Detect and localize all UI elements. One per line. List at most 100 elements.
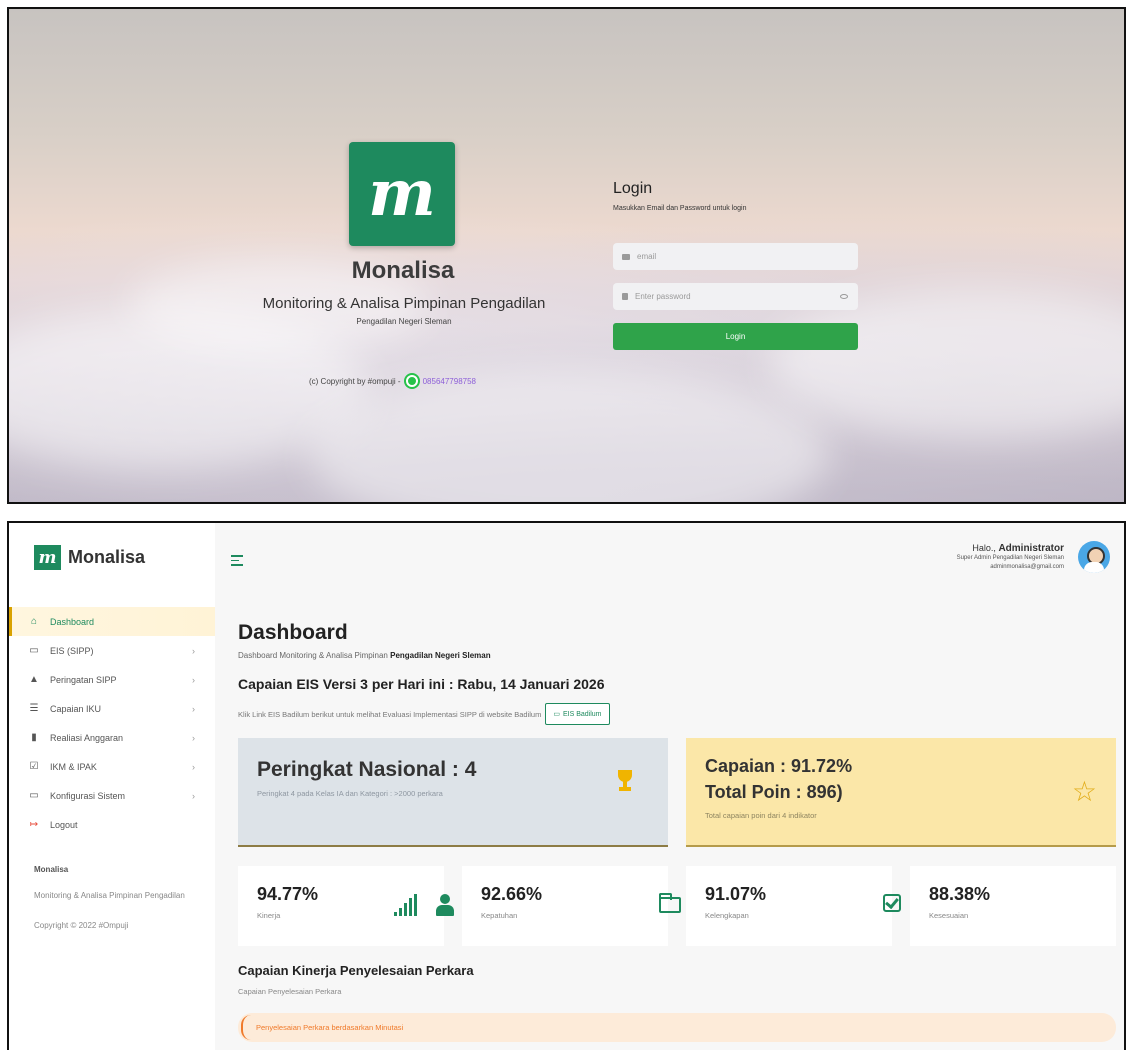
brand-name: Monalisa: [351, 257, 455, 284]
lock-icon: [622, 293, 628, 300]
dashboard-screenshot: m Monalisa ⌂ Dashboard ▭ EIS (SIPP) › ▲ …: [7, 521, 1126, 1050]
monitor-icon: ▭: [29, 645, 39, 656]
whatsapp-phone[interactable]: 085647798758: [423, 377, 476, 386]
sidebar-item-ikm-ipak[interactable]: ☑ IKM & IPAK ›: [9, 752, 215, 781]
chevron-right-icon: ›: [192, 674, 195, 685]
total-poin-value: Total Poin : 896): [705, 782, 843, 802]
brand-tagline: Monitoring & Analisa Pimpinan Pengadilan: [262, 295, 546, 312]
cloud-decoration: [309, 369, 829, 502]
eis-badilum-label: EIS Badilum: [562, 710, 602, 718]
stat-card-kelengkapan: 91.07% Kelengkapan: [659, 866, 892, 946]
eis-title: Capaian EIS Versi 3 per Hari ini : Rabu,…: [238, 676, 605, 692]
login-description: Masukkan Email dan Password untuk login: [613, 205, 747, 212]
stat-value: 92.66%: [481, 884, 543, 904]
check-square-icon: [883, 894, 901, 912]
capaian-description: Total capaian poin dari 4 indikator: [705, 811, 817, 820]
page-subtitle-court: Pengadilan Negeri Sleman: [390, 651, 491, 660]
chevron-right-icon: ›: [192, 732, 195, 743]
rank-title: Peringkat Nasional : 4: [257, 758, 477, 781]
email-input[interactable]: [637, 252, 807, 261]
sidebar-item-logout[interactable]: ↦ Logout: [9, 810, 215, 839]
stat-value: 88.38%: [929, 884, 991, 904]
copyright: (c) Copyright by #ompuji - 085647798758: [309, 373, 476, 389]
sidebar-item-konfigurasi-sistem[interactable]: ▭ Konfigurasi Sistem ›: [9, 781, 215, 810]
eis-description-text: Klik Link EIS Badilum berikut untuk meli…: [238, 709, 542, 719]
stat-card-kesesuaian: 88.38% Kesesuaian: [883, 866, 1116, 946]
stat-label: Kelengkapan: [705, 911, 749, 920]
logout-icon: ↦: [29, 819, 39, 830]
monitor-icon: ▭: [553, 711, 560, 718]
user-role: Super Admin Pengadilan Negeri Sleman: [956, 555, 1064, 561]
chevron-right-icon: ›: [192, 645, 195, 656]
user-email: adminmonalisa@gmail.com: [990, 564, 1064, 570]
folder-open-icon: [659, 893, 681, 913]
sidebar-item-label: Capaian IKU: [50, 703, 102, 714]
sidebar-item-label: Dashboard: [50, 616, 95, 627]
app-logo-letter: m: [368, 156, 436, 231]
sidebar-nav: ⌂ Dashboard ▭ EIS (SIPP) › ▲ Peringatan …: [9, 607, 215, 839]
sidebar-item-label: Logout: [50, 819, 78, 830]
rank-card: Peringkat Nasional : 4 Peringkat 4 pada …: [238, 738, 668, 847]
eis-badilum-button[interactable]: ▭ EIS Badilum: [545, 703, 610, 725]
trophy-icon: [615, 770, 635, 794]
sidebar-logo-mark: m: [34, 545, 61, 570]
sidebar-item-label: Realiasi Anggaran: [50, 732, 124, 743]
sidebar-logo-letter: m: [38, 547, 57, 568]
password-field[interactable]: [613, 283, 858, 310]
sidebar-logo[interactable]: m Monalisa: [34, 545, 145, 570]
star-icon: ☆: [1071, 776, 1097, 807]
checkbox-icon: ☑: [29, 761, 39, 772]
app-logo: m: [349, 142, 455, 246]
email-field[interactable]: [613, 243, 858, 270]
user-info[interactable]: Halo., Administrator Super Admin Pengadi…: [957, 543, 1064, 572]
sidebar-item-label: EIS (SIPP): [50, 645, 94, 656]
stat-card-kepatuhan: 92.66% Kepatuhan: [436, 866, 668, 946]
sidebar-item-label: Konfigurasi Sistem: [50, 790, 126, 801]
cloud-decoration: [769, 289, 1124, 439]
login-screenshot: m Monalisa Monitoring & Analisa Pimpinan…: [7, 7, 1126, 504]
user-icon: [435, 894, 455, 916]
password-input[interactable]: [635, 292, 805, 301]
sidebar: m Monalisa ⌂ Dashboard ▭ EIS (SIPP) › ▲ …: [9, 523, 215, 1050]
page-subtitle: Dashboard Monitoring & Analisa Pimpinan …: [238, 651, 491, 660]
menu-toggle-icon[interactable]: [231, 555, 243, 566]
sidebar-item-capaian-iku[interactable]: ☰ Capaian IKU ›: [9, 694, 215, 723]
user-greeting: Halo., Administrator: [957, 543, 1064, 554]
sidebar-footer-title: Monalisa: [34, 865, 69, 874]
sidebar-logo-text: Monalisa: [68, 547, 146, 567]
list-icon: ☰: [29, 703, 39, 714]
sidebar-item-peringatan-sipp[interactable]: ▲ Peringatan SIPP ›: [9, 665, 215, 694]
rank-description: Peringkat 4 pada Kelas IA dan Kategori :…: [257, 789, 443, 798]
minutasi-alert: Penyelesaian Perkara berdasarkan Minutas…: [238, 1013, 1116, 1042]
sidebar-footer-description: Monitoring & Analisa Pimpinan Pengadilan: [34, 891, 185, 900]
sidebar-item-label: Peringatan SIPP: [50, 674, 117, 685]
stat-value: 94.77%: [257, 884, 319, 904]
warning-icon: ▲: [29, 674, 39, 685]
performance-title: Capaian Kinerja Penyelesaian Perkara: [238, 963, 474, 978]
sidebar-item-realiasi-anggaran[interactable]: ▮ Realiasi Anggaran ›: [9, 723, 215, 752]
eis-description: Klik Link EIS Badilum berikut untuk meli…: [238, 703, 610, 725]
eye-icon[interactable]: [840, 294, 848, 299]
stat-label: Kesesuaian: [929, 911, 969, 920]
home-icon: ⌂: [30, 616, 38, 627]
stat-label: Kinerja: [257, 911, 281, 920]
sidebar-item-dashboard[interactable]: ⌂ Dashboard: [9, 607, 215, 636]
stat-card-kinerja: 94.77% Kinerja: [238, 866, 444, 946]
sidebar-item-label: IKM & IPAK: [50, 761, 97, 772]
avatar[interactable]: [1078, 541, 1110, 573]
whatsapp-icon[interactable]: [403, 373, 420, 389]
user-name: Administrator: [998, 543, 1064, 554]
page-title: Dashboard: [238, 621, 348, 644]
stat-value: 91.07%: [705, 884, 767, 904]
mail-icon: [622, 253, 630, 260]
page-subtitle-text: Dashboard Monitoring & Analisa Pimpinan: [238, 651, 388, 660]
chevron-right-icon: ›: [192, 761, 195, 772]
login-button[interactable]: Login: [613, 323, 858, 350]
sidebar-item-eis-sipp[interactable]: ▭ EIS (SIPP) ›: [9, 636, 215, 665]
signal-bars-icon: [394, 894, 417, 916]
bar-chart-icon: ▮: [31, 732, 37, 743]
capaian-value: Capaian : 91.72%: [705, 756, 853, 776]
chevron-right-icon: ›: [192, 703, 195, 714]
performance-subtitle: Capaian Penyelesaian Perkara: [238, 987, 342, 996]
chevron-right-icon: ›: [192, 790, 195, 801]
